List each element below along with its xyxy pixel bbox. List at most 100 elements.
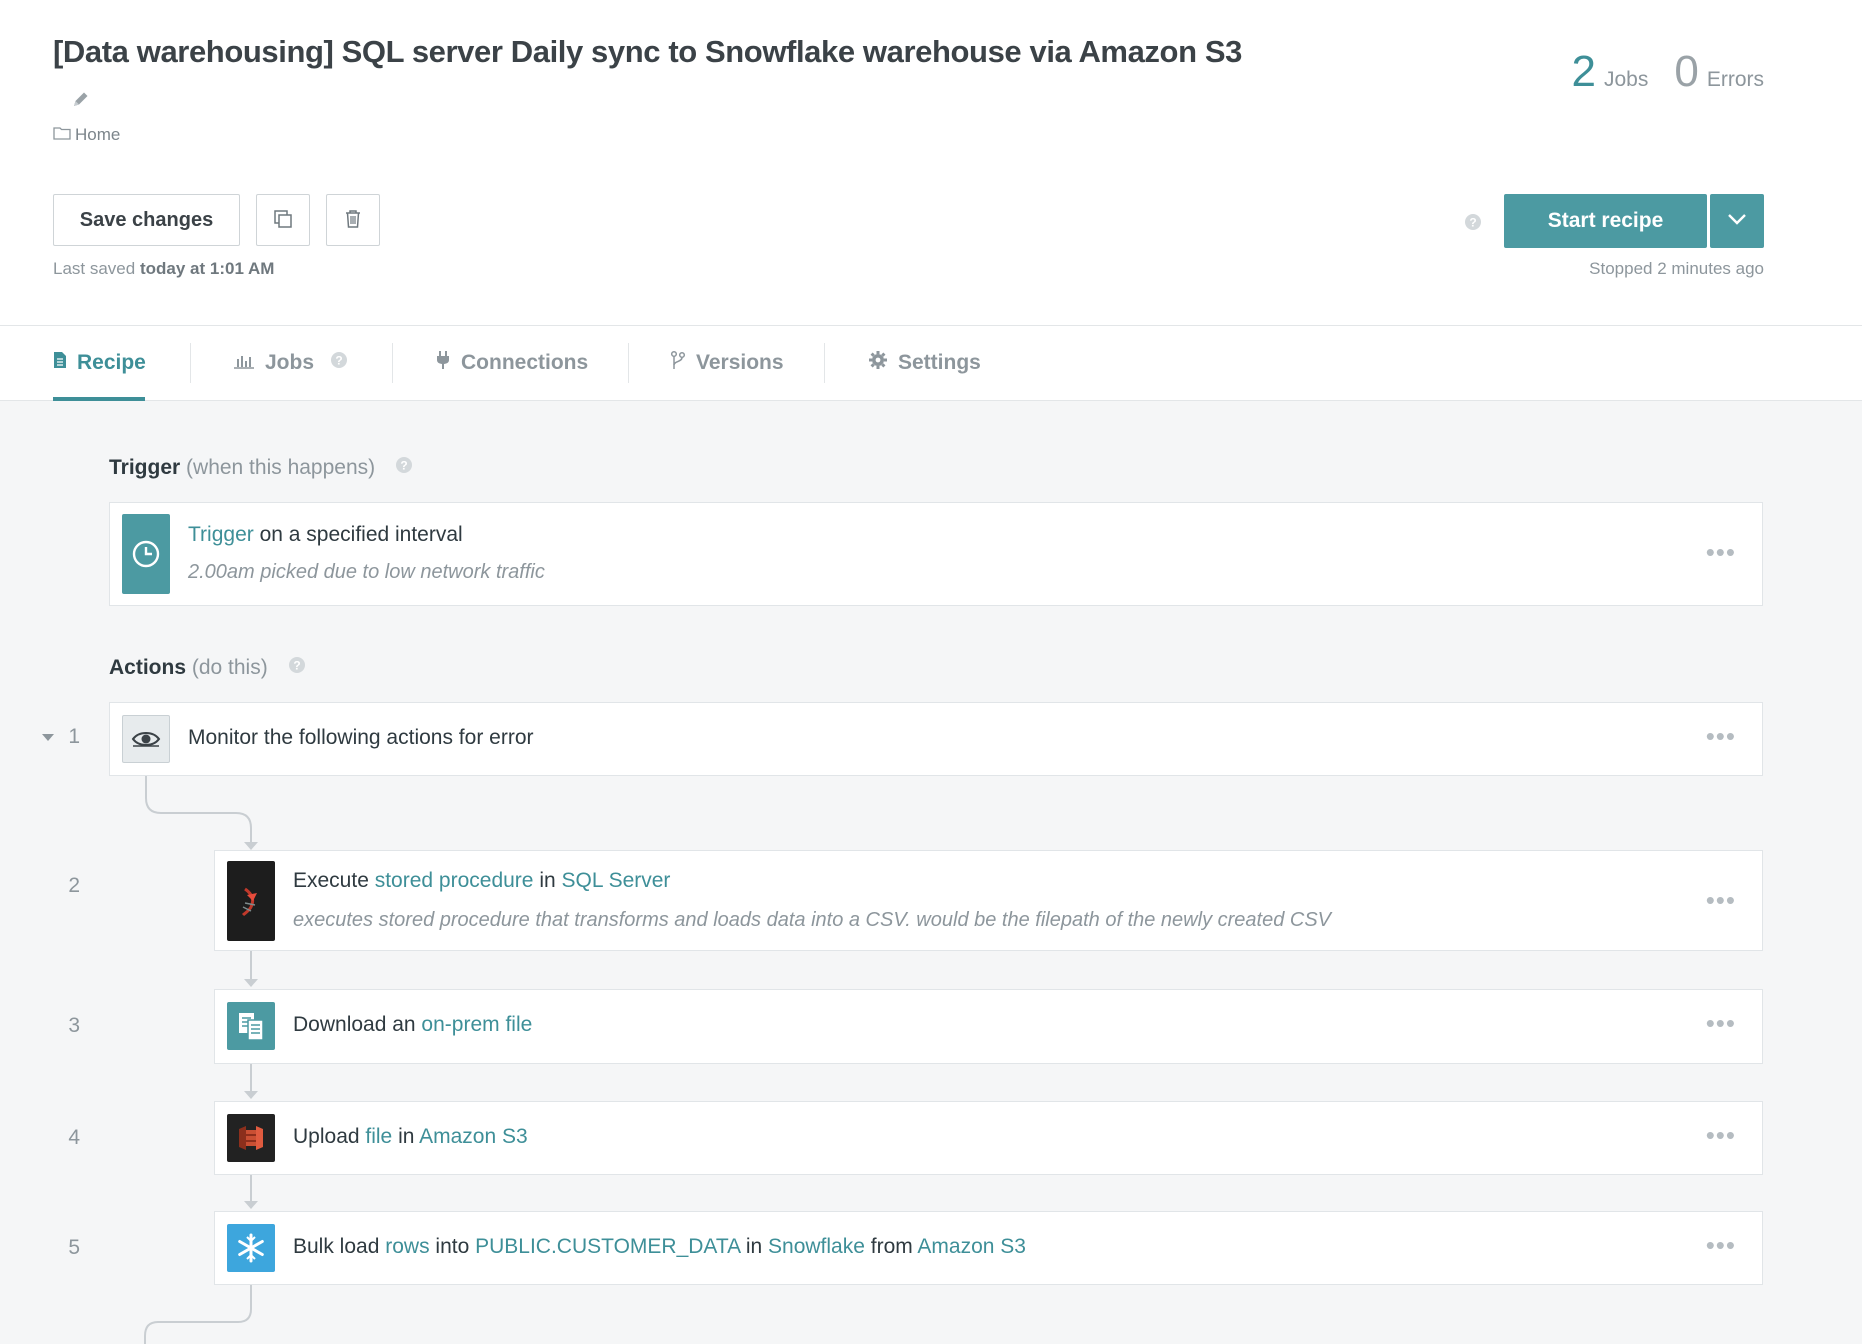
- last-saved-time: today at 1:01 AM: [139, 259, 275, 278]
- more-options-icon[interactable]: •••: [1706, 1010, 1736, 1036]
- action-step-1[interactable]: Monitor the following actions for error …: [109, 702, 1763, 776]
- step-5-title: Bulk load rows into PUBLIC.CUSTOMER_DATA…: [293, 1235, 1026, 1259]
- help-icon[interactable]: ?: [288, 656, 306, 680]
- breadcrumb-home[interactable]: Home: [75, 125, 120, 145]
- step-app-link[interactable]: Snowflake: [768, 1235, 865, 1258]
- more-options-icon[interactable]: •••: [1706, 539, 1736, 565]
- step-link[interactable]: file: [365, 1125, 392, 1148]
- document-icon: [53, 351, 67, 375]
- step-4-title: Upload file in Amazon S3: [293, 1125, 528, 1149]
- step-1-title: Monitor the following actions for error: [188, 726, 534, 749]
- trigger-card[interactable]: Trigger on a specified interval 2.00am p…: [109, 502, 1763, 606]
- actions-label: Actions: [109, 656, 187, 679]
- snowflake-icon: [227, 1224, 275, 1272]
- file-icon: [227, 1002, 275, 1050]
- action-step-2[interactable]: Execute stored procedure in SQL Server e…: [214, 850, 1763, 951]
- svg-text:?: ?: [400, 459, 407, 473]
- trash-icon: [343, 208, 363, 233]
- step-text: in: [740, 1235, 769, 1258]
- jobs-stat[interactable]: 2 Jobs: [1572, 50, 1649, 94]
- actions-section-label: Actions (do this) ?: [109, 656, 306, 680]
- action-step-3[interactable]: Download an on-prem file •••: [214, 989, 1763, 1064]
- more-options-icon[interactable]: •••: [1706, 1232, 1736, 1258]
- step-number: 4: [68, 1126, 80, 1149]
- svg-text:?: ?: [335, 354, 342, 368]
- delete-button[interactable]: [326, 194, 380, 246]
- breadcrumb[interactable]: Home: [53, 125, 120, 145]
- copy-icon: [272, 208, 294, 233]
- tab-versions-label: Versions: [696, 351, 784, 374]
- bar-chart-icon: [233, 351, 255, 375]
- step-app-link[interactable]: Amazon S3: [419, 1125, 528, 1148]
- plug-icon: [435, 350, 451, 376]
- pencil-icon[interactable]: [70, 88, 92, 110]
- step-text: Upload: [293, 1125, 366, 1148]
- save-changes-button[interactable]: Save changes: [53, 194, 240, 246]
- tab-divider: [628, 343, 629, 383]
- clock-icon: [122, 514, 170, 594]
- trigger-title: Trigger on a specified interval: [188, 523, 463, 547]
- status-text: Stopped 2 minutes ago: [1589, 259, 1764, 278]
- step-2-title: Execute stored procedure in SQL Server: [293, 869, 670, 893]
- copy-button[interactable]: [256, 194, 310, 246]
- trigger-title-rest: on a specified interval: [253, 523, 463, 546]
- help-icon[interactable]: ?: [1464, 213, 1482, 236]
- step-app-link[interactable]: SQL Server: [562, 869, 671, 892]
- trigger-label: Trigger: [109, 456, 181, 479]
- gear-icon: [868, 350, 888, 376]
- tab-recipe[interactable]: Recipe: [53, 326, 146, 401]
- tab-connections-label: Connections: [461, 351, 589, 374]
- step-link[interactable]: on-prem file: [421, 1013, 532, 1036]
- step-text: Download an: [293, 1013, 422, 1036]
- recipe-stats: 2 Jobs 0 Errors: [1572, 50, 1765, 94]
- tab-settings[interactable]: Settings: [868, 326, 981, 400]
- jobs-count: 2: [1571, 47, 1596, 96]
- step-table-link[interactable]: PUBLIC.CUSTOMER_DATA: [475, 1235, 740, 1258]
- errors-count: 0: [1674, 47, 1699, 96]
- tab-jobs[interactable]: Jobs ?: [233, 326, 348, 400]
- svg-text:?: ?: [1469, 216, 1476, 230]
- errors-label: Errors: [1706, 68, 1764, 91]
- tab-connections[interactable]: Connections: [435, 326, 588, 400]
- step-number: 1: [68, 725, 80, 748]
- tab-divider: [190, 343, 191, 383]
- tab-divider: [824, 343, 825, 383]
- more-options-icon[interactable]: •••: [1706, 723, 1736, 749]
- more-options-icon[interactable]: •••: [1706, 1122, 1736, 1148]
- step-text: in: [392, 1125, 420, 1148]
- step-text: from: [864, 1235, 918, 1258]
- trigger-link[interactable]: Trigger: [188, 523, 254, 546]
- trigger-label-sub: (when this happens): [186, 456, 376, 479]
- actions-label-sub: (do this): [191, 656, 268, 679]
- help-icon[interactable]: ?: [395, 456, 413, 480]
- eye-icon: [122, 715, 170, 763]
- start-recipe-dropdown[interactable]: [1710, 194, 1764, 248]
- help-icon[interactable]: ?: [330, 351, 348, 375]
- last-saved-prefix: Last saved: [53, 259, 136, 278]
- step-link[interactable]: stored procedure: [375, 869, 534, 892]
- step-number: 5: [68, 1236, 80, 1259]
- chevron-down-icon: [1726, 212, 1748, 231]
- recipe-canvas: Trigger (when this happens) ? Trigger on…: [0, 401, 1862, 1344]
- more-options-icon[interactable]: •••: [1706, 887, 1736, 913]
- action-step-4[interactable]: Upload file in Amazon S3 •••: [214, 1101, 1763, 1175]
- tab-settings-label: Settings: [898, 351, 981, 374]
- step-3-title: Download an on-prem file: [293, 1013, 532, 1037]
- errors-stat[interactable]: 0 Errors: [1674, 50, 1764, 94]
- tab-versions[interactable]: Versions: [670, 326, 784, 400]
- step-number: 3: [68, 1014, 80, 1037]
- last-saved-text: Last saved today at 1:01 AM: [53, 259, 274, 279]
- start-recipe-button[interactable]: Start recipe: [1504, 194, 1707, 248]
- recipe-title: [Data warehousing] SQL server Daily sync…: [53, 34, 1242, 69]
- step-link[interactable]: rows: [385, 1235, 429, 1258]
- branch-icon: [670, 350, 686, 376]
- trigger-description: 2.00am picked due to low network traffic: [188, 561, 545, 583]
- step-app-link[interactable]: Amazon S3: [917, 1235, 1026, 1258]
- step-2-description: executes stored procedure that transform…: [293, 909, 1332, 931]
- amazon-s3-icon: [227, 1114, 275, 1162]
- step-text: Bulk load: [293, 1235, 386, 1258]
- action-step-5[interactable]: Bulk load rows into PUBLIC.CUSTOMER_DATA…: [214, 1211, 1763, 1285]
- sql-server-icon: [227, 861, 275, 941]
- step-number: 2: [68, 874, 80, 897]
- tab-recipe-label: Recipe: [77, 351, 146, 374]
